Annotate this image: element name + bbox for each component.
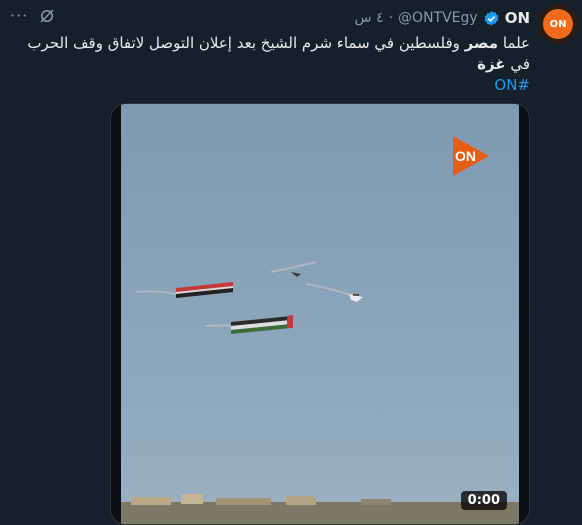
more-options-icon[interactable]: ··· bbox=[10, 6, 28, 25]
media-container[interactable]: ON 0:00 bbox=[110, 103, 530, 525]
tweet-header: ٤ س · @ONTVEgy ON bbox=[355, 8, 530, 28]
verified-badge-icon bbox=[484, 10, 499, 26]
avatar-logo: ON bbox=[543, 9, 573, 39]
tweet-text-bold-egypt[interactable]: مصر bbox=[465, 34, 498, 52]
tweet-text-bold-gaza[interactable]: غزة bbox=[477, 55, 505, 73]
tweet-text-part1: علما bbox=[498, 34, 530, 52]
channel-logo-icon: ON bbox=[453, 136, 489, 176]
logo-text: ON bbox=[455, 148, 476, 164]
display-name[interactable]: ON bbox=[505, 9, 530, 27]
video-duration: 0:00 bbox=[460, 491, 507, 510]
user-handle[interactable]: @ONTVEgy bbox=[398, 10, 478, 26]
tweet-card[interactable]: ON ٤ س · @ONTVEgy ON ··· علما مصر وفلسطي… bbox=[0, 0, 582, 525]
tweet-time[interactable]: ٤ س bbox=[355, 10, 384, 26]
tweet-text: علما مصر وفلسطين في سماء شرم الشيخ بعد إ… bbox=[10, 33, 530, 96]
header-separator: · bbox=[388, 10, 394, 26]
hashtag-link[interactable]: #ON bbox=[494, 76, 530, 94]
grok-icon[interactable] bbox=[38, 7, 56, 25]
video-player[interactable]: ON 0:00 bbox=[121, 104, 519, 524]
tweet-text-part2: وفلسطين في سماء شرم الشيخ بعد إعلان التو… bbox=[27, 34, 530, 73]
avatar[interactable]: ON bbox=[538, 4, 578, 44]
